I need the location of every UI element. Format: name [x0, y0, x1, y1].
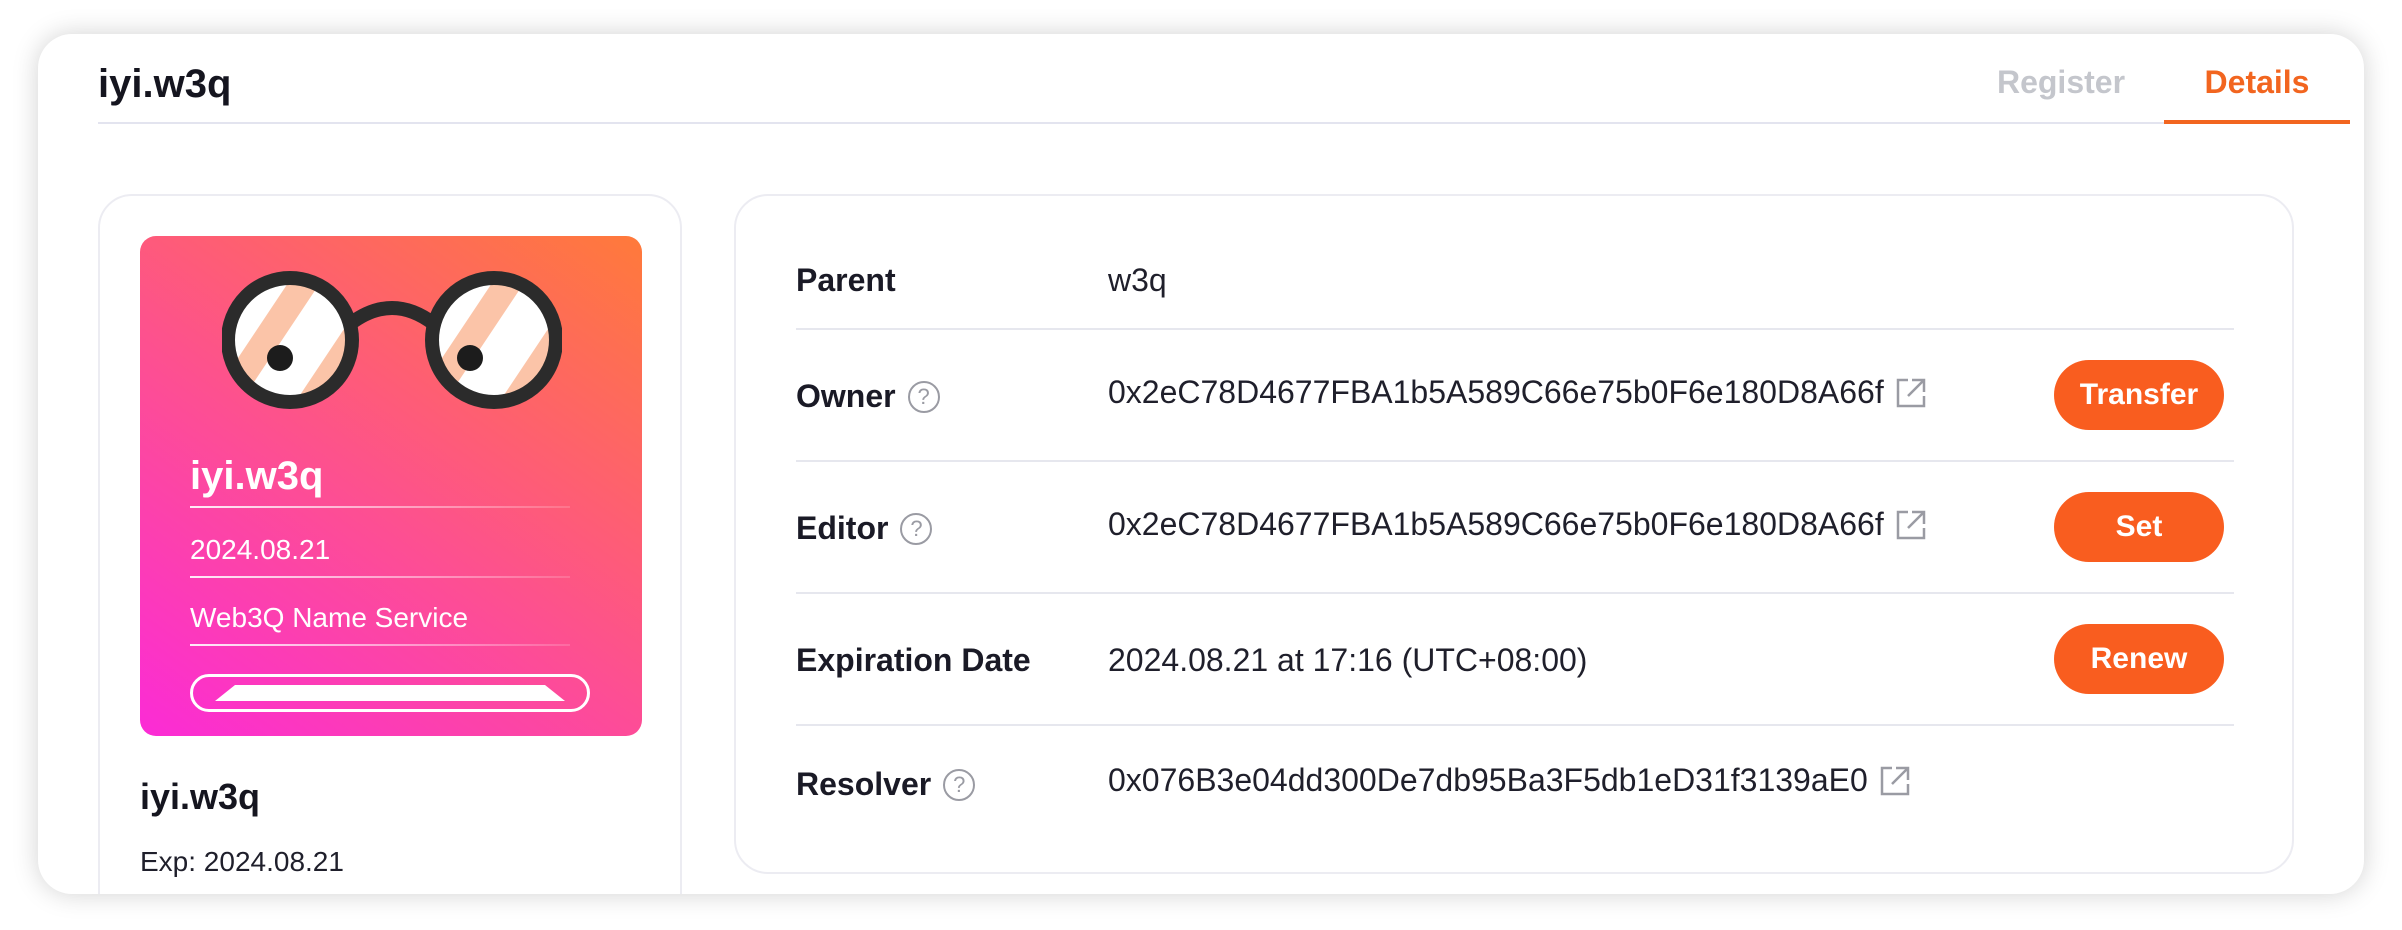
- tab-register[interactable]: Register: [1978, 64, 2144, 101]
- resolver-label: Resolver ?: [796, 766, 976, 803]
- page-header: iyi.w3q Register Details: [98, 34, 2350, 124]
- help-circle-icon[interactable]: ?: [943, 768, 976, 801]
- editor-value: 0x2eC78D4677FBA1b5A589C66e75b0F6e180D8A6…: [1108, 506, 1928, 543]
- help-circle-icon[interactable]: ?: [900, 512, 933, 545]
- nft-bar-shape: [215, 685, 565, 701]
- card-expiry: Exp: 2024.08.21: [140, 846, 344, 877]
- nft-divider: [190, 644, 570, 646]
- glasses-logo-icon: [222, 271, 562, 409]
- details-card: Parent w3q Owner ? 0x2eC78D4677FBA1b5A58…: [734, 194, 2294, 874]
- owner-label: Owner ?: [796, 378, 940, 415]
- external-link-icon[interactable]: [1894, 508, 1928, 542]
- page-title: iyi.w3q: [98, 62, 232, 106]
- nft-name: iyi.w3q: [190, 454, 324, 498]
- help-circle-icon[interactable]: ?: [907, 380, 940, 413]
- row-resolver: Resolver ? 0x076B3e04dd300De7db95Ba3F5db…: [796, 726, 2234, 846]
- nft-bar: [190, 674, 590, 712]
- row-parent: Parent w3q: [796, 226, 2234, 330]
- parent-value-text: w3q: [1108, 262, 1167, 298]
- row-owner: Owner ? 0x2eC78D4677FBA1b5A589C66e75b0F6…: [796, 330, 2234, 462]
- expiration-label: Expiration Date: [796, 642, 1031, 679]
- expiration-value: 2024.08.21 at 17:16 (UTC+08:00): [1108, 642, 1587, 679]
- external-link-icon[interactable]: [1894, 376, 1928, 410]
- owner-address[interactable]: 0x2eC78D4677FBA1b5A589C66e75b0F6e180D8A6…: [1108, 374, 1884, 411]
- external-link-icon[interactable]: [1878, 764, 1912, 798]
- resolver-address[interactable]: 0x076B3e04dd300De7db95Ba3F5db1eD31f3139a…: [1108, 762, 1868, 799]
- parent-label: Parent: [796, 262, 896, 299]
- tab-details[interactable]: Details: [2164, 64, 2350, 124]
- resolver-value: 0x076B3e04dd300De7db95Ba3F5db1eD31f3139a…: [1108, 762, 1912, 799]
- expiration-date: 2024.08.21 at 17:16 (UTC+08:00): [1108, 642, 1588, 678]
- parent-label-text: Parent: [796, 262, 896, 298]
- renew-button[interactable]: Renew: [2054, 624, 2224, 694]
- nft-divider: [190, 506, 570, 508]
- resolver-label-text: Resolver: [796, 766, 932, 802]
- transfer-button[interactable]: Transfer: [2054, 360, 2224, 430]
- row-expiration: Expiration Date 2024.08.21 at 17:16 (UTC…: [796, 594, 2234, 726]
- nft-divider: [190, 576, 570, 578]
- set-button[interactable]: Set: [2054, 492, 2224, 562]
- nft-service: Web3Q Name Service: [190, 602, 469, 633]
- editor-address[interactable]: 0x2eC78D4677FBA1b5A589C66e75b0F6e180D8A6…: [1108, 506, 1884, 543]
- owner-label-text: Owner: [796, 378, 896, 414]
- main-panel: iyi.w3q Register Details iyi.w3q 2024.08…: [38, 34, 2364, 894]
- nft-image: iyi.w3q 2024.08.21 Web3Q Name Service: [140, 236, 642, 736]
- owner-value: 0x2eC78D4677FBA1b5A589C66e75b0F6e180D8A6…: [1108, 374, 1928, 411]
- name-card: iyi.w3q 2024.08.21 Web3Q Name Service iy…: [98, 194, 682, 894]
- editor-label-text: Editor: [796, 510, 889, 546]
- nft-date: 2024.08.21: [190, 534, 331, 565]
- card-name: iyi.w3q: [140, 776, 261, 817]
- editor-label: Editor ?: [796, 510, 933, 547]
- parent-value: w3q: [1108, 262, 1167, 299]
- row-editor: Editor ? 0x2eC78D4677FBA1b5A589C66e75b0F…: [796, 462, 2234, 594]
- expiration-label-text: Expiration Date: [796, 642, 1031, 678]
